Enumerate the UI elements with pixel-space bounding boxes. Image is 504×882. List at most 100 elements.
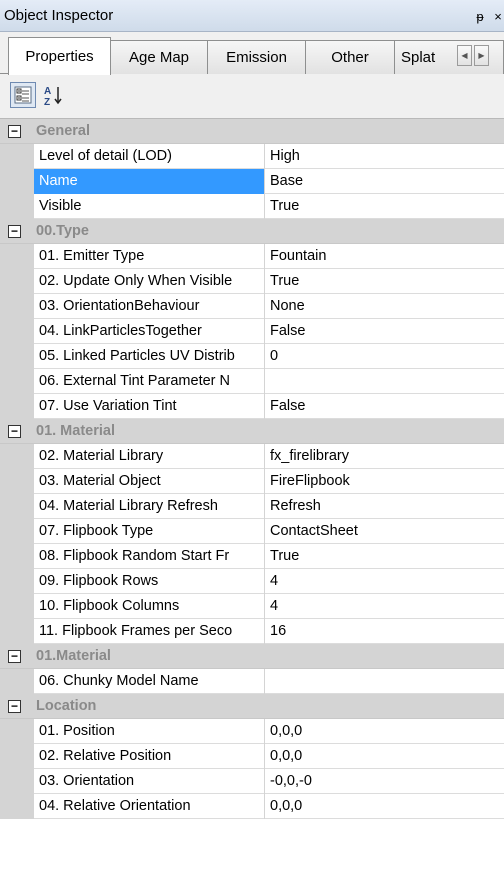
property-value[interactable]: 0,0,0	[265, 794, 504, 819]
row-gutter	[0, 469, 34, 494]
property-value[interactable]: 4	[265, 569, 504, 594]
property-name[interactable]: 06. External Tint Parameter N	[34, 369, 265, 394]
property-row[interactable]: Level of detail (LOD) High	[0, 144, 504, 169]
category-label: 01.Material	[36, 648, 111, 664]
property-value[interactable]: High	[265, 144, 504, 169]
property-value[interactable]: FireFlipbook	[265, 469, 504, 494]
property-value[interactable]	[265, 369, 504, 394]
property-value[interactable]: 0,0,0	[265, 744, 504, 769]
property-value[interactable]: Fountain	[265, 244, 504, 269]
category-header[interactable]: − 00.Type	[0, 219, 504, 244]
property-name[interactable]: 10. Flipbook Columns	[34, 594, 265, 619]
property-value[interactable]: fx_firelibrary	[265, 444, 504, 469]
category-header[interactable]: − 01. Material	[0, 419, 504, 444]
property-row[interactable]: 03. Orientation -0,0,-0	[0, 769, 504, 794]
property-value[interactable]: False	[265, 394, 504, 419]
categorized-view-icon	[14, 86, 32, 104]
property-row[interactable]: 01. Emitter Type Fountain	[0, 244, 504, 269]
property-value[interactable]: Base	[265, 169, 504, 194]
category-header[interactable]: − 01.Material	[0, 644, 504, 669]
property-row[interactable]: 04. Relative Orientation 0,0,0	[0, 794, 504, 819]
collapse-icon[interactable]: −	[8, 225, 21, 238]
categorized-view-button[interactable]	[10, 82, 36, 108]
property-row[interactable]: 01. Position 0,0,0	[0, 719, 504, 744]
tab-scroll-left-button[interactable]: ◀	[457, 45, 472, 66]
collapse-icon[interactable]: −	[8, 425, 21, 438]
property-value[interactable]: Refresh	[265, 494, 504, 519]
property-row[interactable]: 04. LinkParticlesTogether False	[0, 319, 504, 344]
pin-icon[interactable]: ᵽ	[474, 9, 486, 24]
property-name[interactable]: 06. Chunky Model Name	[34, 669, 265, 694]
property-row[interactable]: 10. Flipbook Columns 4	[0, 594, 504, 619]
property-name[interactable]: Visible	[34, 194, 265, 219]
property-name[interactable]: 03. Orientation	[34, 769, 265, 794]
tab-other[interactable]: Other	[305, 40, 395, 74]
property-name[interactable]: Name	[34, 169, 265, 194]
property-value[interactable]: False	[265, 319, 504, 344]
property-row[interactable]: Name Base	[0, 169, 504, 194]
alphabetical-sort-button[interactable]: A Z	[40, 82, 66, 108]
property-value[interactable]: True	[265, 544, 504, 569]
row-gutter	[0, 769, 34, 794]
property-row[interactable]: 02. Relative Position 0,0,0	[0, 744, 504, 769]
property-row[interactable]: 03. OrientationBehaviour None	[0, 294, 504, 319]
property-value[interactable]: None	[265, 294, 504, 319]
category-header[interactable]: − Location	[0, 694, 504, 719]
property-name[interactable]: 02. Relative Position	[34, 744, 265, 769]
property-row[interactable]: 06. External Tint Parameter N	[0, 369, 504, 394]
svg-text:Z: Z	[44, 97, 50, 106]
property-name[interactable]: 07. Use Variation Tint	[34, 394, 265, 419]
property-name[interactable]: 04. Relative Orientation	[34, 794, 265, 819]
property-name[interactable]: 07. Flipbook Type	[34, 519, 265, 544]
tab-scroll-right-button[interactable]: ▶	[474, 45, 489, 66]
property-name[interactable]: Level of detail (LOD)	[34, 144, 265, 169]
property-name[interactable]: 01. Position	[34, 719, 265, 744]
property-row[interactable]: 03. Material Object FireFlipbook	[0, 469, 504, 494]
property-value[interactable]: 16	[265, 619, 504, 644]
property-name[interactable]: 05. Linked Particles UV Distrib	[34, 344, 265, 369]
tab-age-map[interactable]: Age Map	[110, 40, 208, 74]
row-gutter	[0, 394, 34, 419]
property-value[interactable]: ContactSheet	[265, 519, 504, 544]
property-name[interactable]: 11. Flipbook Frames per Seco	[34, 619, 265, 644]
property-value[interactable]: -0,0,-0	[265, 769, 504, 794]
row-gutter	[0, 344, 34, 369]
property-value[interactable]	[265, 669, 504, 694]
property-name[interactable]: 09. Flipbook Rows	[34, 569, 265, 594]
row-gutter	[0, 244, 34, 269]
tab-properties[interactable]: Properties	[8, 37, 111, 75]
property-name[interactable]: 02. Material Library	[34, 444, 265, 469]
property-row[interactable]: 09. Flipbook Rows 4	[0, 569, 504, 594]
collapse-icon[interactable]: −	[8, 650, 21, 663]
property-name[interactable]: 08. Flipbook Random Start Fr	[34, 544, 265, 569]
property-row[interactable]: 08. Flipbook Random Start Fr True	[0, 544, 504, 569]
property-value[interactable]: True	[265, 269, 504, 294]
close-icon[interactable]: ×	[492, 9, 504, 24]
property-name[interactable]: 02. Update Only When Visible	[34, 269, 265, 294]
property-row[interactable]: 07. Use Variation Tint False	[0, 394, 504, 419]
row-gutter	[0, 369, 34, 394]
category-header[interactable]: − General	[0, 119, 504, 144]
property-row[interactable]: 11. Flipbook Frames per Seco 16	[0, 619, 504, 644]
property-row[interactable]: Visible True	[0, 194, 504, 219]
row-gutter	[0, 169, 34, 194]
tab-emission[interactable]: Emission	[207, 40, 306, 74]
property-value[interactable]: 0	[265, 344, 504, 369]
row-gutter	[0, 444, 34, 469]
property-value[interactable]: True	[265, 194, 504, 219]
property-value[interactable]: 4	[265, 594, 504, 619]
property-row[interactable]: 04. Material Library Refresh Refresh	[0, 494, 504, 519]
property-name[interactable]: 03. Material Object	[34, 469, 265, 494]
property-row[interactable]: 05. Linked Particles UV Distrib 0	[0, 344, 504, 369]
property-name[interactable]: 03. OrientationBehaviour	[34, 294, 265, 319]
property-row[interactable]: 07. Flipbook Type ContactSheet	[0, 519, 504, 544]
property-row[interactable]: 02. Material Library fx_firelibrary	[0, 444, 504, 469]
property-name[interactable]: 04. LinkParticlesTogether	[34, 319, 265, 344]
property-name[interactable]: 04. Material Library Refresh	[34, 494, 265, 519]
property-value[interactable]: 0,0,0	[265, 719, 504, 744]
collapse-icon[interactable]: −	[8, 700, 21, 713]
property-name[interactable]: 01. Emitter Type	[34, 244, 265, 269]
collapse-icon[interactable]: −	[8, 125, 21, 138]
property-row[interactable]: 02. Update Only When Visible True	[0, 269, 504, 294]
property-row[interactable]: 06. Chunky Model Name	[0, 669, 504, 694]
